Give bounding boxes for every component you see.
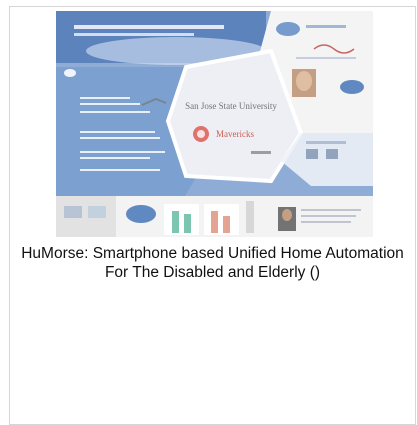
poster-thumbnail-image: San Jose State University Mavericks	[56, 11, 373, 237]
poster-caption[interactable]: HuMorse: Smartphone based Unified Home A…	[14, 244, 411, 282]
gallery-card: San Jose State University Mavericks HuMo…	[9, 6, 416, 425]
poster-thumbnail-link[interactable]: San Jose State University Mavericks	[56, 11, 373, 237]
